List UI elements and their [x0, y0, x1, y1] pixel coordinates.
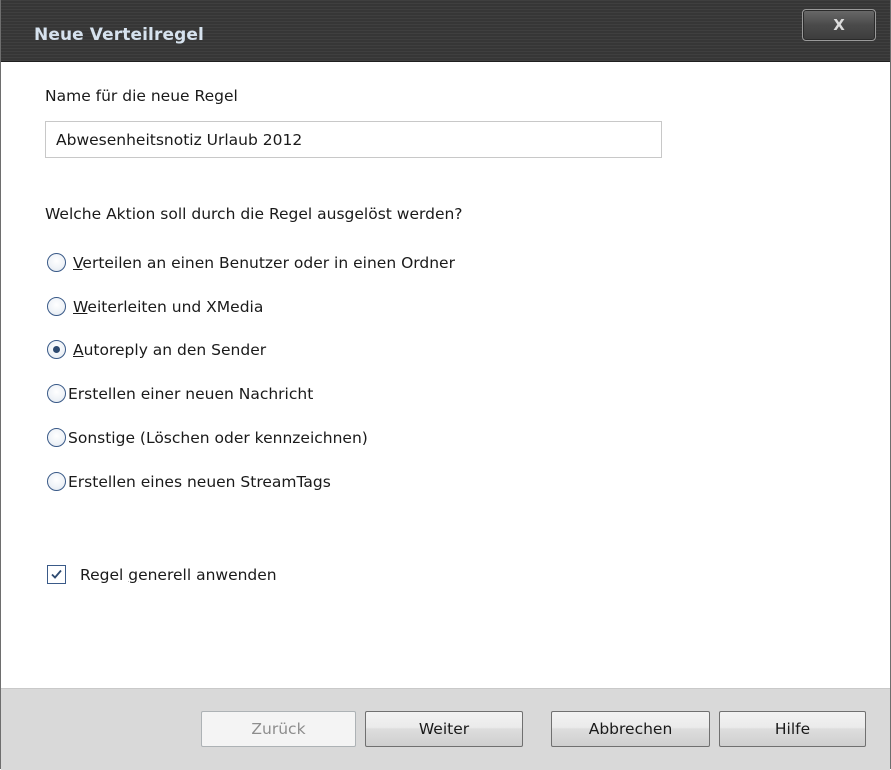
- apply-rule-checkbox[interactable]: [47, 565, 66, 584]
- radio-button[interactable]: [47, 297, 66, 316]
- radio-option-other[interactable]: Sonstige (Löschen oder kennzeichnen): [47, 428, 368, 447]
- radio-option-label: Verteilen an einen Benutzer oder in eine…: [73, 253, 455, 272]
- close-icon: X: [833, 16, 845, 34]
- rule-name-label: Name für die neue Regel: [45, 87, 238, 105]
- next-button[interactable]: Weiter: [365, 711, 523, 747]
- radio-option-forward-xmedia[interactable]: Weiterleiten und XMedia: [47, 297, 263, 316]
- radio-option-label: Sonstige (Löschen oder kennzeichnen): [68, 428, 368, 447]
- radio-option-label: Erstellen einer neuen Nachricht: [68, 384, 314, 403]
- help-button[interactable]: Hilfe: [719, 711, 866, 747]
- radio-option-label: Weiterleiten und XMedia: [73, 297, 264, 316]
- radio-button[interactable]: [47, 253, 66, 272]
- radio-button[interactable]: [47, 384, 66, 403]
- apply-rule-label: Regel generell anwenden: [80, 565, 277, 584]
- radio-button-selected[interactable]: [47, 340, 66, 359]
- radio-option-label: Autoreply an den Sender: [73, 340, 267, 359]
- radio-option-new-message[interactable]: Erstellen einer neuen Nachricht: [47, 384, 313, 403]
- rule-name-input[interactable]: [45, 121, 662, 158]
- new-distribution-rule-dialog: Neue Verteilregel X Name für die neue Re…: [0, 0, 891, 770]
- title-bar: Neue Verteilregel X: [1, 0, 890, 62]
- close-button[interactable]: X: [802, 9, 876, 41]
- radio-button[interactable]: [47, 472, 66, 491]
- dialog-title: Neue Verteilregel: [34, 25, 204, 45]
- radio-option-new-streamtag[interactable]: Erstellen eines neuen StreamTags: [47, 472, 331, 491]
- radio-button[interactable]: [47, 428, 66, 447]
- radio-option-distribute[interactable]: Verteilen an einen Benutzer oder in eine…: [47, 253, 455, 272]
- radio-option-autoreply[interactable]: Autoreply an den Sender: [47, 340, 266, 359]
- checkmark-icon: [51, 569, 62, 579]
- cancel-button[interactable]: Abbrechen: [551, 711, 710, 747]
- radio-option-label: Erstellen eines neuen StreamTags: [68, 472, 331, 491]
- back-button[interactable]: Zurück: [201, 711, 356, 747]
- action-question-label: Welche Aktion soll durch die Regel ausge…: [45, 205, 463, 223]
- apply-rule-generally-row[interactable]: Regel generell anwenden: [47, 565, 277, 584]
